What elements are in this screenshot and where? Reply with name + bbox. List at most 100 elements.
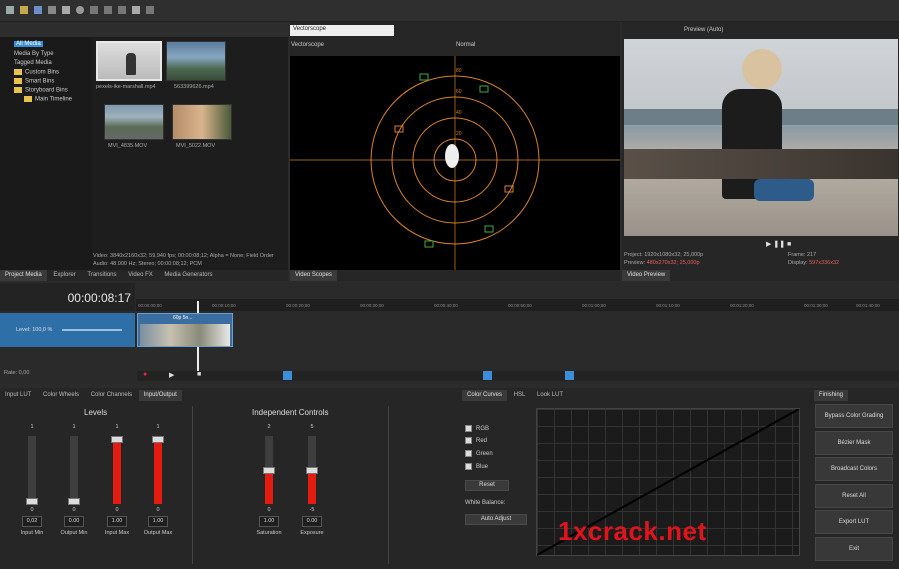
timeline-panel: 00:00:08:17 00:00:00;00 00:00:10;00 00:0… — [0, 283, 899, 383]
media-info-line: Video: 3840x2160x32; 59,940 fps; 00:00:0… — [93, 253, 274, 259]
snap-icon[interactable] — [283, 371, 292, 380]
render-icon[interactable] — [61, 6, 70, 14]
tab-hsl[interactable]: HSL — [509, 390, 531, 401]
video-clip[interactable]: 60p 5n... — [137, 313, 233, 347]
reset-button[interactable]: Reset — [465, 480, 509, 491]
tab-video-scopes[interactable]: Video Scopes — [290, 270, 337, 281]
new-icon[interactable] — [6, 6, 14, 14]
slider-knob[interactable] — [306, 467, 318, 474]
channel-rgb[interactable]: RGB — [465, 425, 489, 432]
tab-finishing[interactable]: Finishing — [814, 390, 849, 401]
slider-knob[interactable] — [111, 436, 123, 443]
tab-input-output[interactable]: Input/Output — [138, 390, 182, 401]
tab-transitions[interactable]: Transitions — [82, 270, 121, 281]
explorer-tabbar: Project Media Explorer Transitions Video… — [0, 270, 288, 281]
slider-min-label: 0 — [72, 507, 76, 513]
bypass-color-grading-button[interactable]: Bypass Color Grading — [815, 404, 893, 428]
ruler-tick: 00:01:10;00 — [656, 303, 680, 308]
slider-value-field[interactable]: 0.00 — [64, 516, 84, 527]
tab-color-curves[interactable]: Color Curves — [462, 390, 508, 401]
media-thumbnail[interactable] — [166, 41, 226, 81]
save-icon[interactable] — [33, 6, 42, 14]
tree-item-tagged-media[interactable]: Tagged Media — [14, 60, 52, 66]
preview-info: Preview: 480x270x32; 25,000p — [624, 260, 700, 266]
tree-item-custom-bins[interactable]: Custom Bins — [14, 69, 59, 76]
channel-blue[interactable]: Blue — [465, 463, 488, 470]
scope-mode-dropdown[interactable]: Normal — [456, 42, 475, 48]
checkbox[interactable] — [465, 463, 472, 470]
project-info: Project: 1920x1080x32; 25,000p — [624, 252, 704, 258]
tab-color-wheels[interactable]: Color Wheels — [38, 390, 84, 401]
tab-look-lut[interactable]: Look LUT — [532, 390, 568, 401]
preview-quality-dropdown[interactable]: Preview (Auto) — [684, 27, 723, 33]
cut-icon[interactable] — [89, 6, 98, 14]
slider-track[interactable] — [28, 436, 36, 504]
settings-icon[interactable] — [75, 6, 84, 14]
tab-explorer[interactable]: Explorer — [48, 270, 80, 281]
slider-value-field[interactable]: 0.00 — [302, 516, 322, 527]
tree-item-media-by-type[interactable]: Media By Type — [14, 51, 54, 57]
driftwood — [624, 149, 898, 179]
tab-project-media[interactable]: Project Media — [0, 270, 47, 281]
checkbox[interactable] — [465, 425, 472, 432]
person-jeans — [754, 179, 814, 201]
edit-tool-icon[interactable] — [483, 371, 492, 380]
video-track-header[interactable]: Level: 100,0 % — [0, 313, 135, 347]
record-icon[interactable]: ● — [143, 371, 147, 378]
zoom-tool-icon[interactable] — [565, 371, 574, 380]
export-lut-button[interactable]: Export LUT — [815, 510, 893, 534]
checkbox[interactable] — [465, 450, 472, 457]
transport-bar: ● ▶ ■ — [137, 371, 899, 381]
paste-icon[interactable] — [117, 6, 126, 14]
play-icon[interactable]: ▶ — [169, 371, 174, 379]
media-thumbnail[interactable] — [104, 104, 164, 140]
slider-knob[interactable] — [68, 498, 80, 505]
open-icon[interactable] — [19, 6, 28, 14]
media-thumbnail[interactable] — [172, 104, 232, 140]
tab-video-preview[interactable]: Video Preview — [622, 270, 671, 281]
ruler-tick: 00:00:00;00 — [138, 303, 162, 308]
frame-info: Frame: 217 — [788, 252, 817, 258]
scope-type-dropdown[interactable]: Vectorscope — [290, 25, 394, 36]
bezier-mask-button[interactable]: Bézier Mask — [815, 431, 893, 455]
slider-track[interactable] — [70, 436, 78, 504]
save-as-icon[interactable] — [47, 6, 56, 14]
stop-icon[interactable]: ■ — [197, 371, 201, 378]
slider-value-field[interactable]: 1.00 — [107, 516, 127, 527]
tab-video-fx[interactable]: Video FX — [123, 270, 158, 281]
reset-all-button[interactable]: Reset All — [815, 484, 893, 508]
tree-item-smart-bins[interactable]: Smart Bins — [14, 78, 54, 85]
slider-knob[interactable] — [263, 467, 275, 474]
slider-max-label: 2 — [267, 424, 271, 430]
tab-color-channels[interactable]: Color Channels — [86, 390, 137, 401]
channel-red[interactable]: Red — [465, 437, 487, 444]
tree-item-all-media[interactable]: All Media — [14, 41, 43, 47]
level-slider[interactable] — [62, 329, 122, 331]
tree-item-storyboard-bins[interactable]: Storyboard Bins — [14, 87, 68, 94]
stop-icon[interactable]: ■ — [787, 241, 791, 248]
tree-item-main-timeline[interactable]: Main Timeline — [24, 96, 72, 103]
slider-value-field[interactable]: 1.00 — [148, 516, 168, 527]
slider-value-field[interactable]: 0,02 — [22, 516, 42, 527]
copy-icon[interactable] — [103, 6, 112, 14]
pause-icon[interactable]: ❚❚ — [773, 241, 785, 248]
auto-adjust-button[interactable]: Auto Adjust — [465, 514, 527, 525]
rate-label: Rate: 0,00 — [4, 370, 30, 376]
play-icon[interactable]: ▶ — [766, 241, 771, 248]
tab-media-generators[interactable]: Media Generators — [159, 270, 217, 281]
broadcast-colors-button[interactable]: Broadcast Colors — [815, 457, 893, 481]
scope-target — [484, 225, 494, 233]
slider-knob[interactable] — [26, 498, 38, 505]
redo-icon[interactable] — [145, 6, 154, 14]
checkbox[interactable] — [465, 437, 472, 444]
exit-button[interactable]: Exit — [815, 537, 893, 561]
scope-target — [424, 240, 434, 248]
ruler-tick: 00:00:10;00 — [212, 303, 236, 308]
media-thumbnail[interactable] — [96, 41, 162, 81]
tab-input-lut[interactable]: Input LUT — [0, 390, 36, 401]
slider-knob[interactable] — [152, 436, 164, 443]
undo-icon[interactable] — [131, 6, 140, 14]
channel-green[interactable]: Green — [465, 450, 493, 457]
slider-value-field[interactable]: 1.00 — [259, 516, 279, 527]
person-head — [742, 49, 782, 89]
